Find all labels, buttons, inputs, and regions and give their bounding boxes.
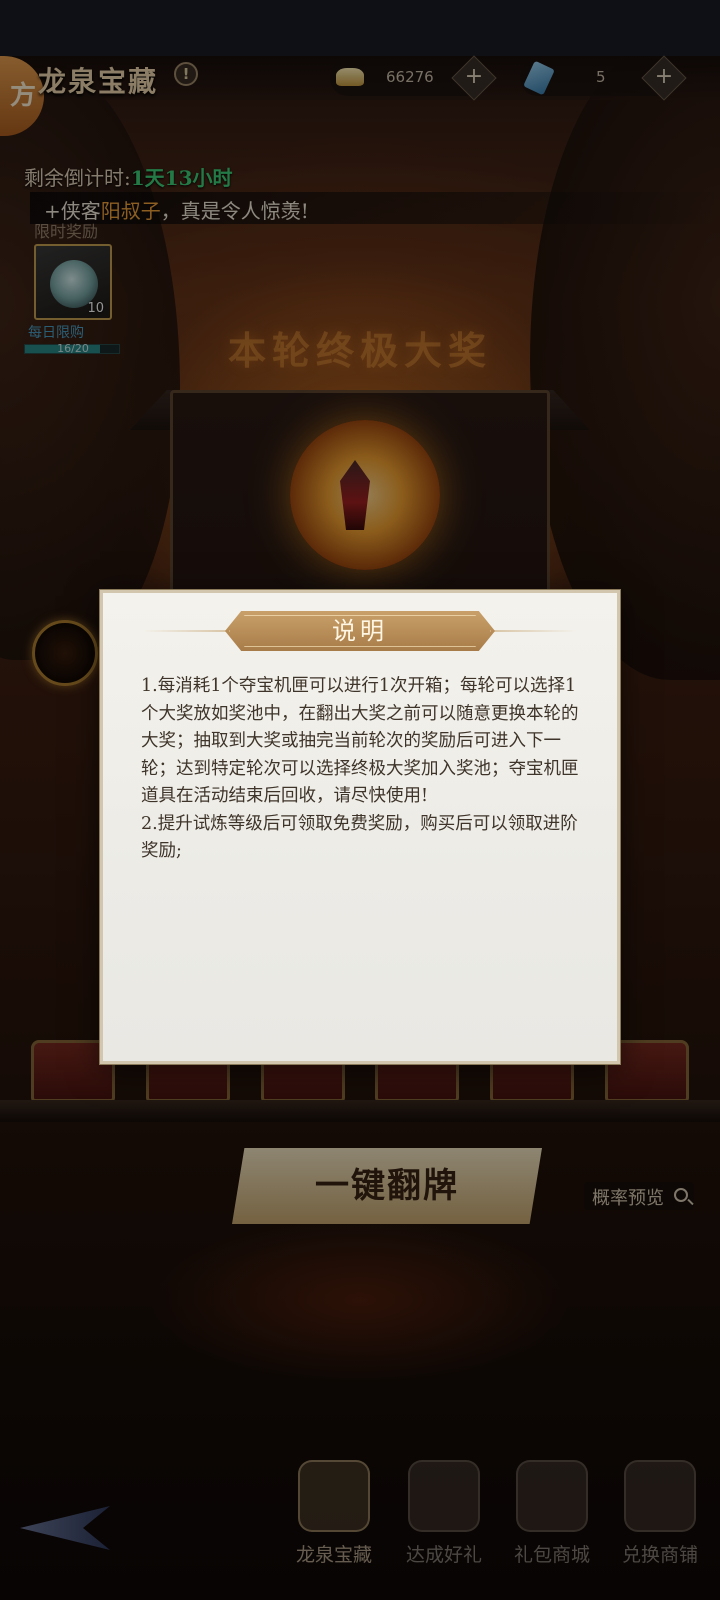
dialog-header: 说明	[103, 611, 617, 651]
rule-paragraph: 1.每消耗1个夺宝机匣可以进行1次开箱；每轮可以选择1个大奖放如奖池中，在翻出大…	[141, 676, 579, 806]
dialog-body: 1.每消耗1个夺宝机匣可以进行1次开箱；每轮可以选择1个大奖放如奖池中，在翻出大…	[141, 673, 585, 866]
title-plate-border	[229, 615, 491, 647]
dialog-title-plate: 说明	[225, 611, 495, 651]
rule-paragraph: 2.提升试炼等级后可领取免费奖励，购买后可以领取进阶奖励;	[141, 813, 578, 862]
instructions-dialog: 说明 1.每消耗1个夺宝机匣可以进行1次开箱；每轮可以选择1个大奖放如奖池中，在…	[100, 590, 620, 1064]
